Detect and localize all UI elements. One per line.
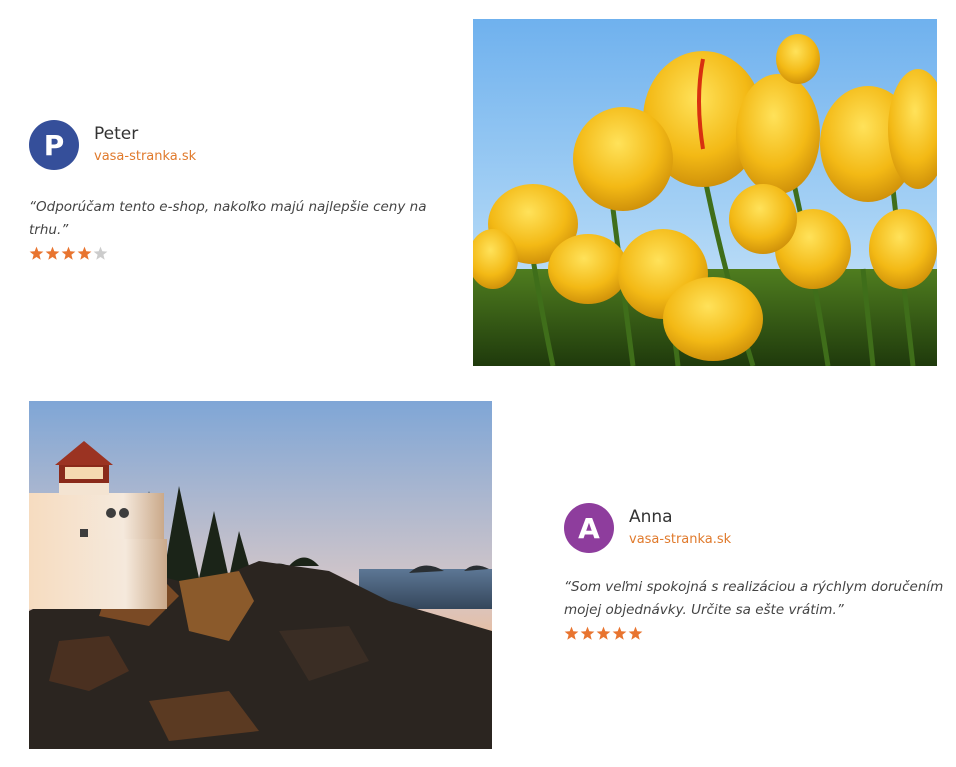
star-filled-icon	[45, 246, 60, 260]
author-block: P Peter vasa-stranka.sk	[29, 120, 429, 170]
star-filled-icon	[77, 246, 92, 260]
lighthouse-photo	[29, 401, 492, 749]
star-rating	[564, 626, 954, 641]
star-filled-icon	[628, 626, 643, 640]
testimonial-anna: A Anna vasa-stranka.sk “Som veľmi spokoj…	[564, 503, 954, 641]
star-rating	[29, 246, 429, 261]
author-block: A Anna vasa-stranka.sk	[564, 503, 954, 553]
avatar: P	[29, 120, 79, 170]
author-site-link[interactable]: vasa-stranka.sk	[94, 146, 196, 168]
testimonial-peter: P Peter vasa-stranka.sk “Odporúčam tento…	[29, 120, 429, 261]
star-filled-icon	[61, 246, 76, 260]
star-filled-icon	[29, 246, 44, 260]
star-filled-icon	[612, 626, 627, 640]
tulips-photo	[473, 19, 937, 366]
author-site-link[interactable]: vasa-stranka.sk	[629, 529, 731, 551]
lighthouse-image	[29, 401, 492, 749]
author-meta: Anna vasa-stranka.sk	[629, 505, 731, 551]
star-filled-icon	[564, 626, 579, 640]
author-name: Anna	[629, 507, 673, 527]
testimonials-page: P Peter vasa-stranka.sk “Odporúčam tento…	[0, 0, 956, 767]
author-meta: Peter vasa-stranka.sk	[94, 122, 196, 168]
author-name: Peter	[94, 124, 139, 144]
testimonial-quote: “Odporúčam tento e-shop, nakoľko majú na…	[29, 199, 427, 238]
star-filled-icon	[596, 626, 611, 640]
tulips-image	[473, 19, 937, 366]
star-empty-icon	[93, 246, 108, 260]
star-filled-icon	[580, 626, 595, 640]
avatar: A	[564, 503, 614, 553]
testimonial-quote: “Som veľmi spokojná s realizáciou a rých…	[564, 579, 944, 618]
